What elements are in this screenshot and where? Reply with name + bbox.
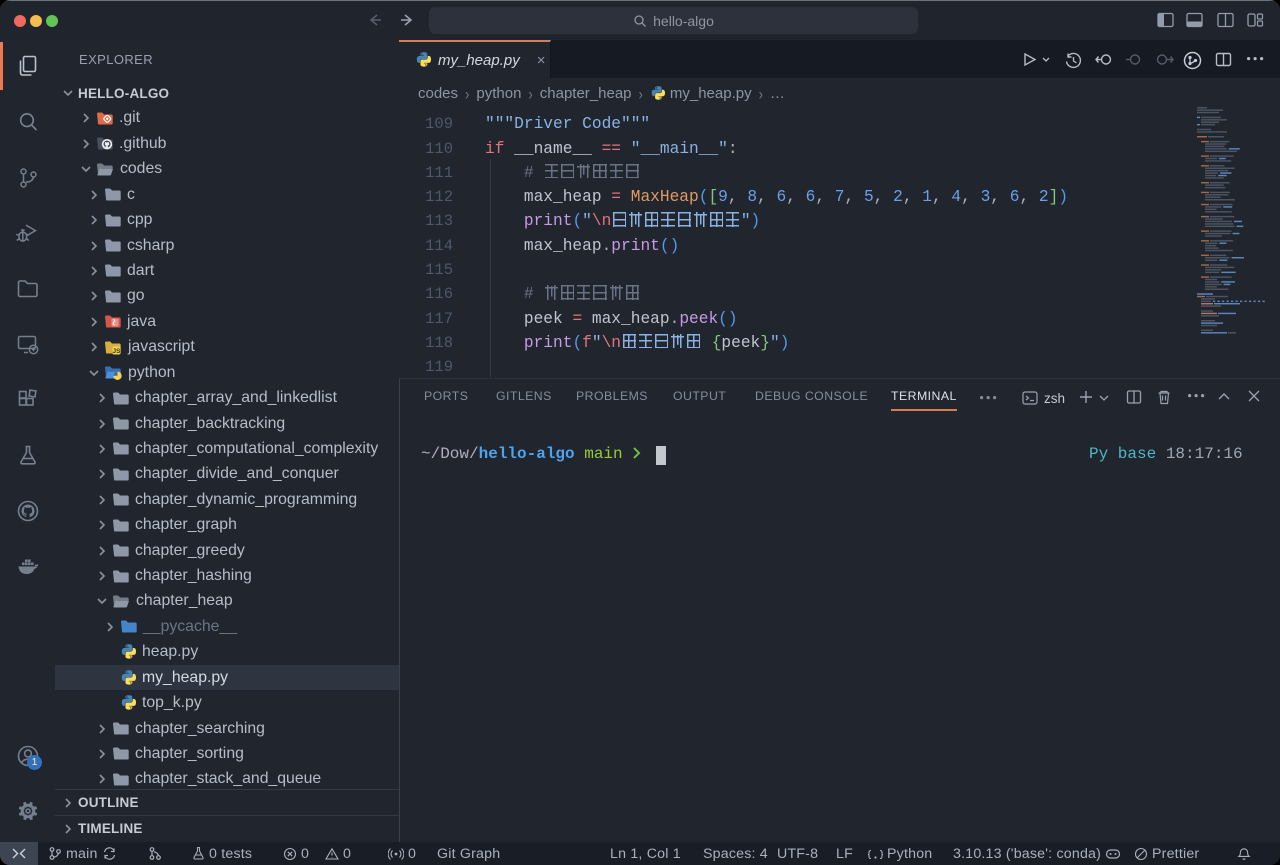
svg-text:JS: JS (113, 348, 122, 355)
